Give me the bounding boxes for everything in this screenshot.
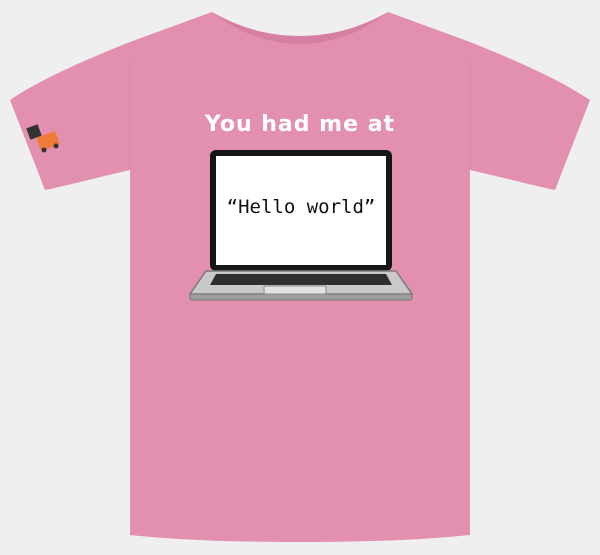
laptop-touchpad	[263, 285, 327, 295]
shirt-slogan-text: You had me at	[204, 112, 396, 137]
laptop-keyboard	[210, 274, 392, 285]
laptop-graphic	[188, 150, 414, 301]
tshirt-graphic	[10, 12, 590, 542]
laptop-screen-text: “Hello world”	[226, 196, 376, 218]
product-image: You had me at “Hello world”	[0, 0, 600, 555]
